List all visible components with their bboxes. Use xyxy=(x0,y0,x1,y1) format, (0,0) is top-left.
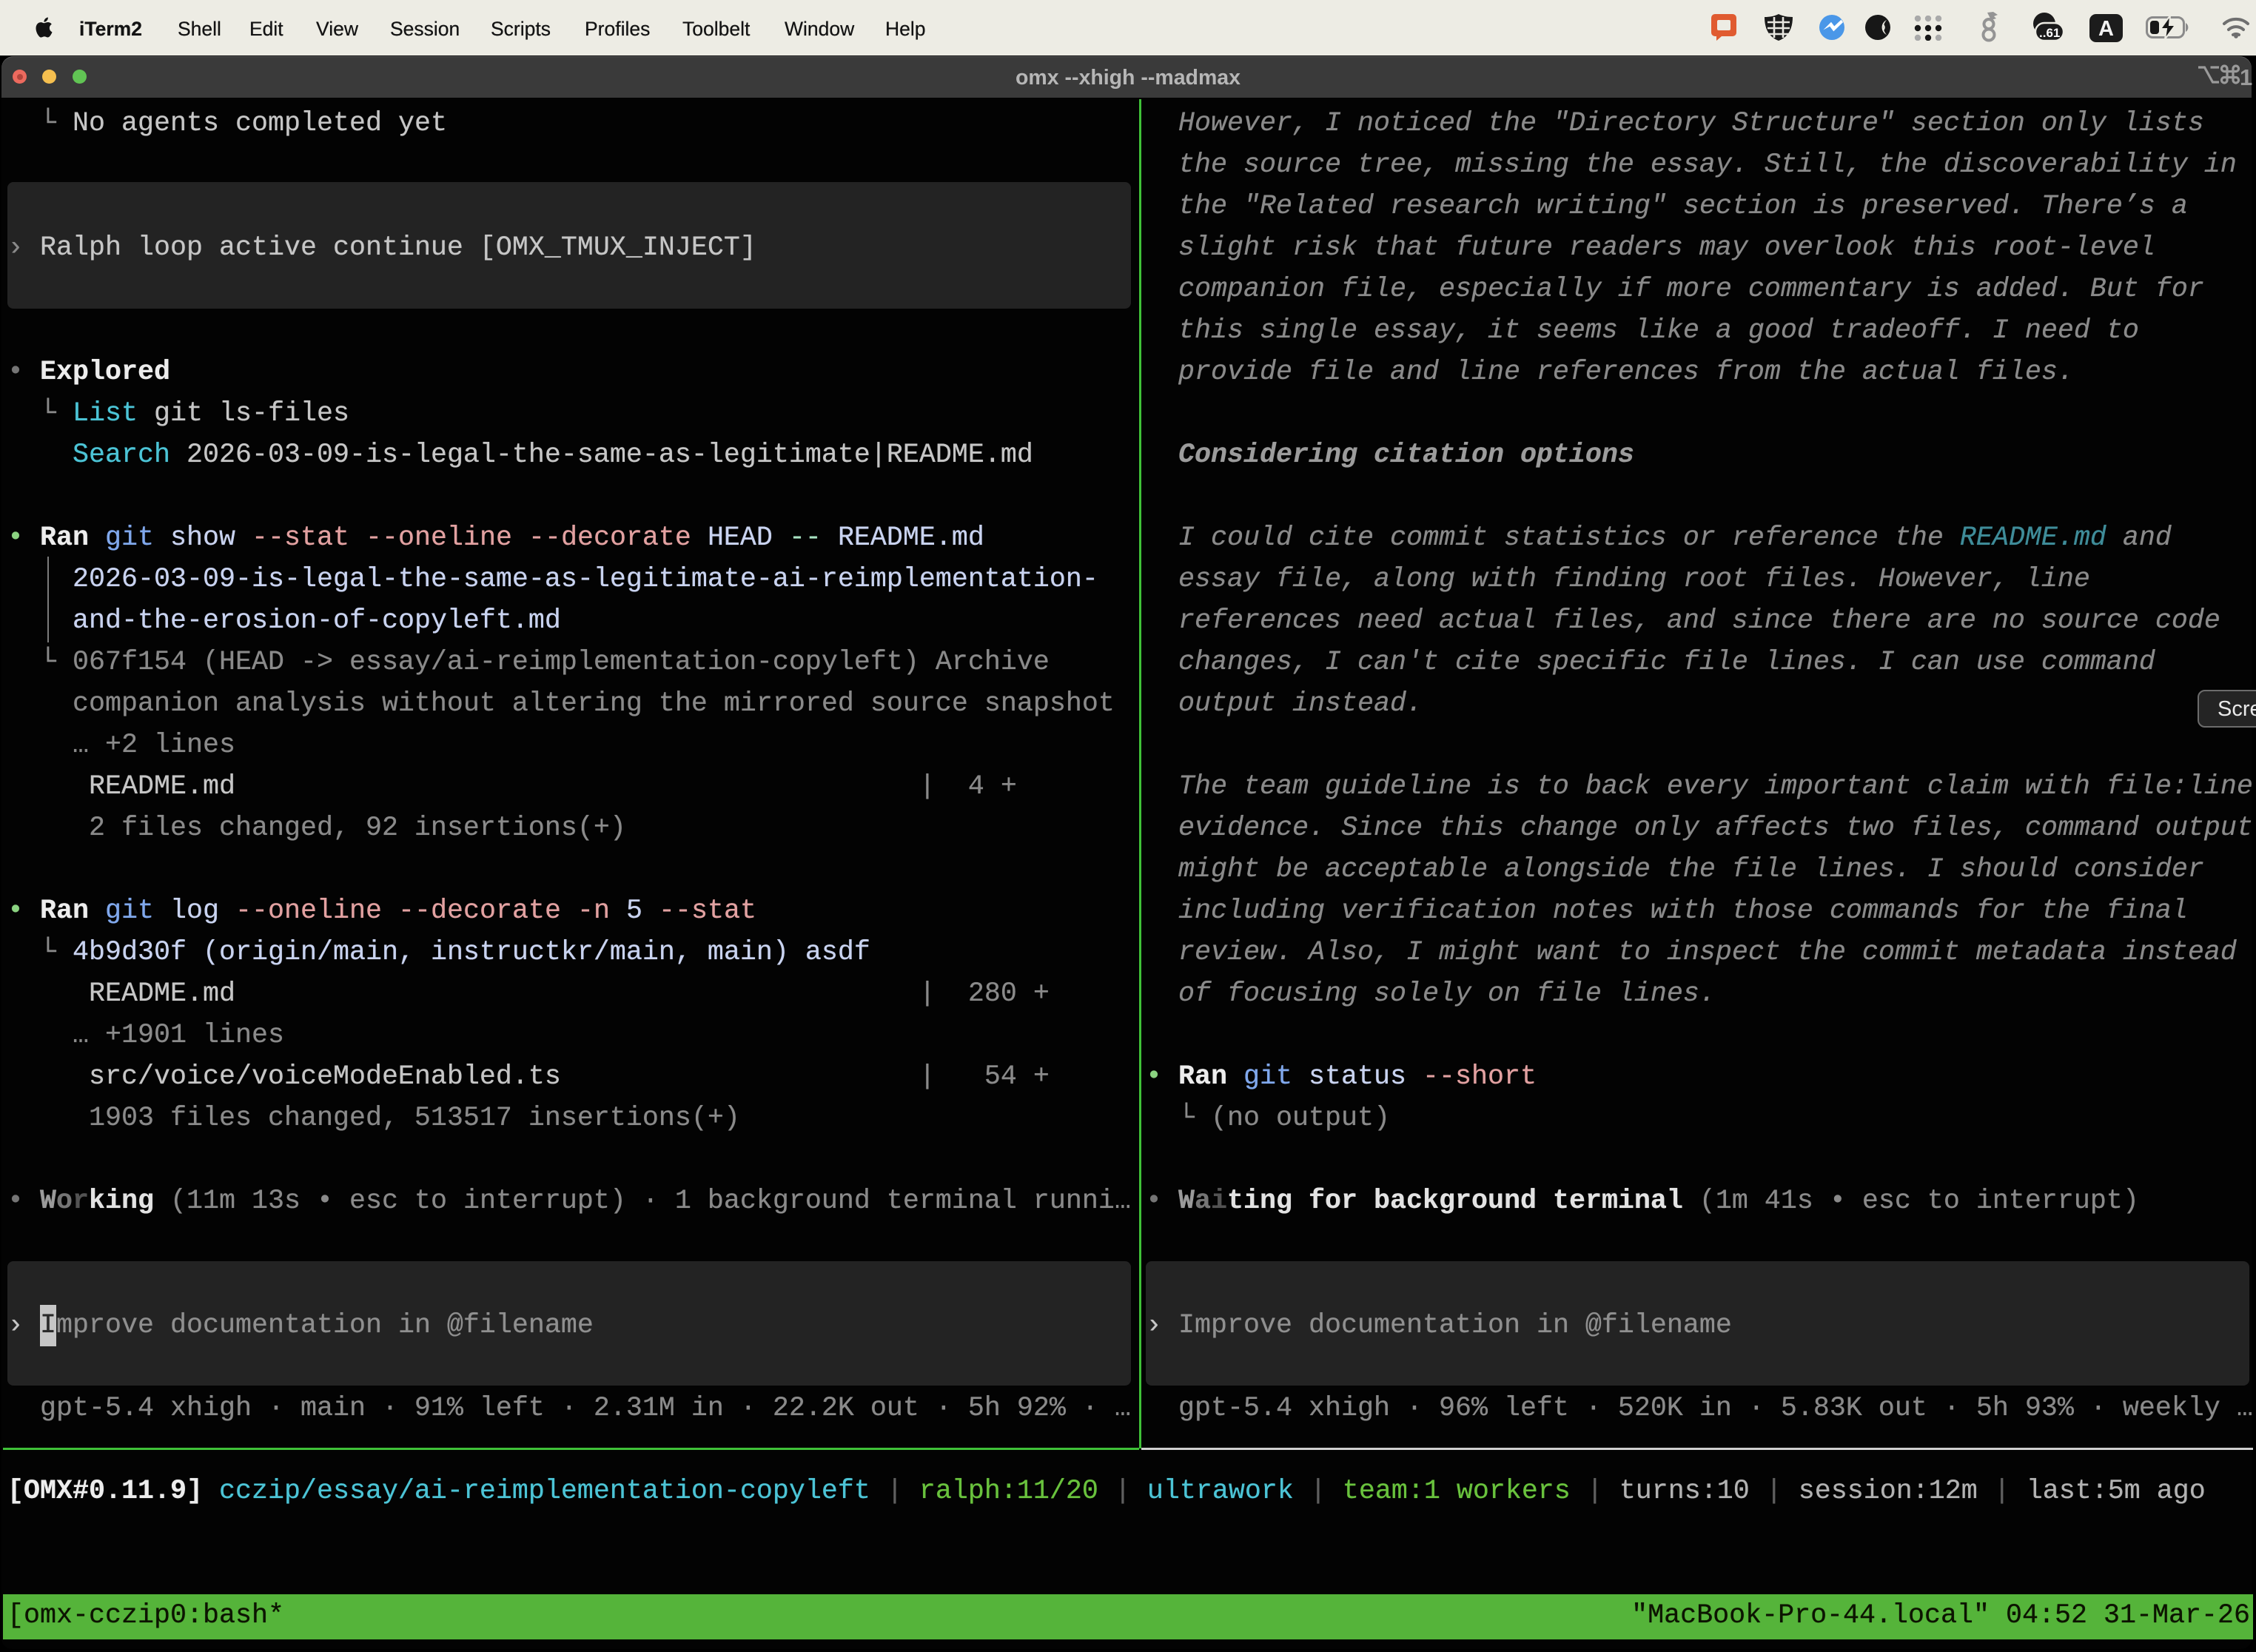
svg-text:..61: ..61 xyxy=(2039,26,2060,40)
